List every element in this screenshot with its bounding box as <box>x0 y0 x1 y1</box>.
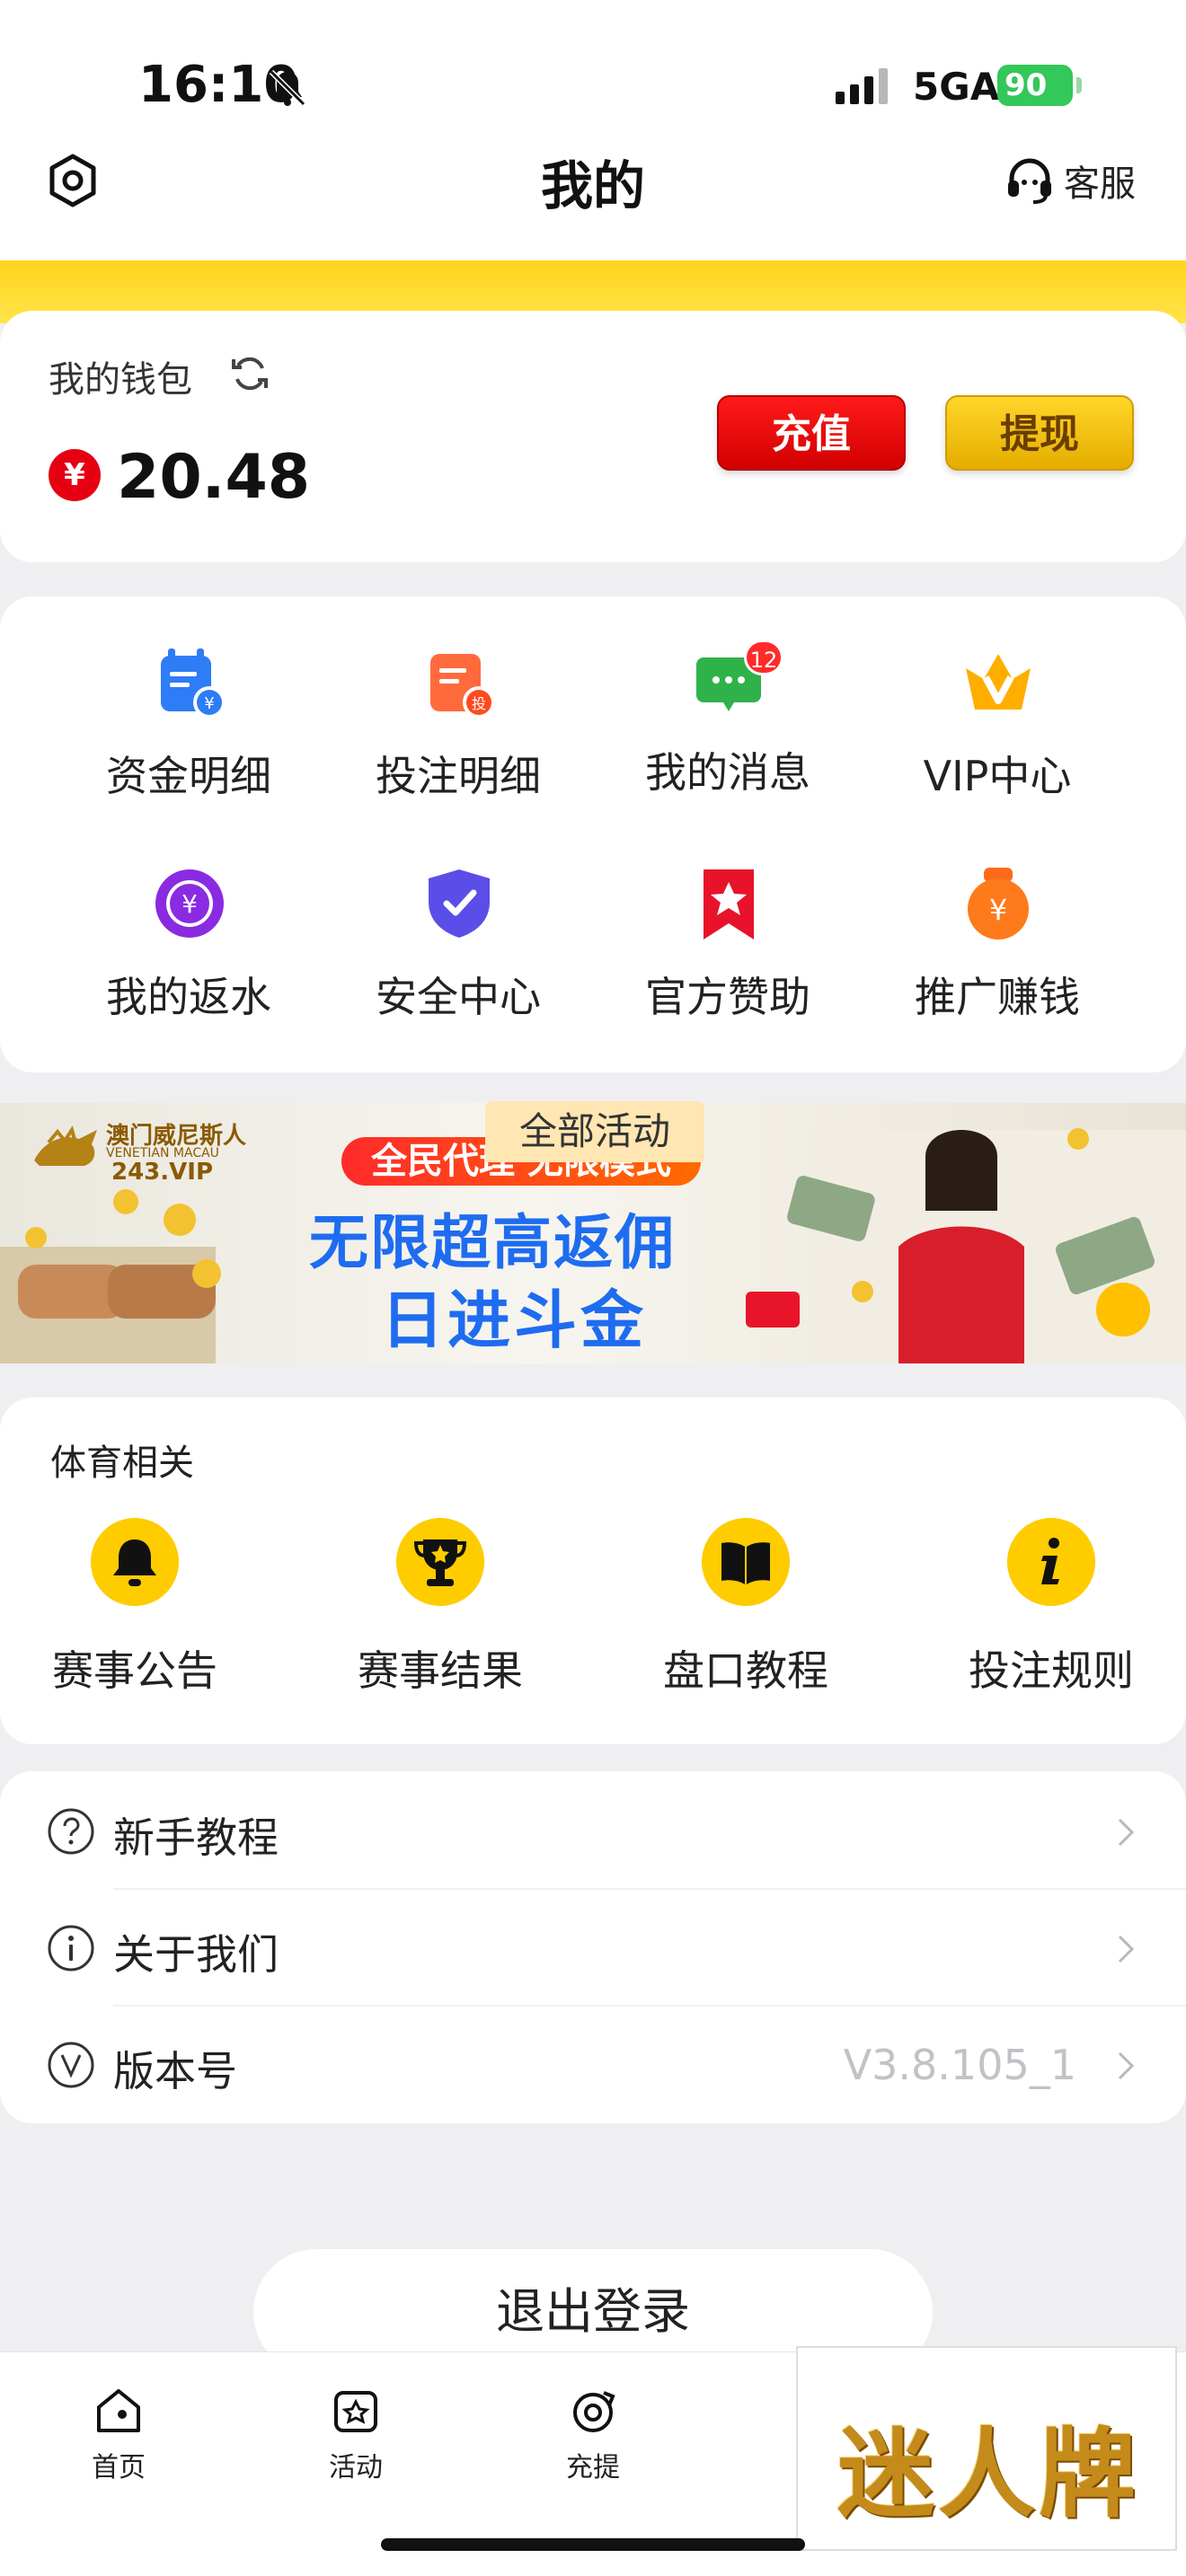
wallet-title: 我的钱包 <box>49 359 192 401</box>
withdraw-button[interactable]: 提现 <box>945 395 1134 471</box>
top-area <box>0 0 1186 260</box>
settings-list-card: 新手教程 关于我们 版本号 V3.8.105_1 <box>0 1771 1186 2123</box>
menu-item-promote[interactable]: ¥ 推广赚钱 <box>863 817 1132 1021</box>
svg-text:¥: ¥ <box>989 893 1007 927</box>
list-row-version[interactable]: 版本号 V3.8.105_1 <box>0 2007 1186 2123</box>
menu-item-label: 我的消息 <box>645 748 810 797</box>
battery-indicator: 90 <box>997 65 1073 106</box>
banner-logo-site: 243.VIP <box>111 1159 214 1186</box>
sports-item-results[interactable]: 赛事结果 <box>305 1518 575 1716</box>
banner-subheadline: 日进斗金 <box>381 1284 647 1357</box>
list-row-label: 关于我们 <box>113 1930 279 1979</box>
menu-item-label: 投注明细 <box>376 752 541 800</box>
network-type: 5GA <box>913 65 1000 109</box>
customer-service-button[interactable]: 客服 <box>1003 151 1136 210</box>
refresh-icon[interactable] <box>228 352 271 395</box>
tab-label: 充提 <box>566 2452 620 2483</box>
customer-service-label: 客服 <box>1064 163 1136 205</box>
tab-label: 首页 <box>92 2452 146 2483</box>
tab-label: 活动 <box>329 2452 383 2483</box>
svg-text:¥: ¥ <box>204 694 214 713</box>
sports-item-tutorial[interactable]: 盘口教程 <box>611 1518 881 1716</box>
shield-icon <box>429 869 490 938</box>
bell-muted-icon <box>269 69 306 107</box>
chevron-right-icon <box>1118 1818 1135 1847</box>
sports-item-label: 投注规则 <box>969 1646 1134 1695</box>
tab-home[interactable]: 首页 <box>56 2384 181 2483</box>
list-row-label: 新手教程 <box>113 1813 279 1862</box>
signal-icon <box>836 68 888 104</box>
message-count-badge: 12 <box>744 640 783 675</box>
tab-activity[interactable]: 活动 <box>293 2384 419 2483</box>
menu-item-messages[interactable]: 我的消息 <box>593 593 863 797</box>
menu-item-label: VIP中心 <box>923 752 1072 800</box>
wallet-balance: 20.48 <box>117 442 311 513</box>
svg-text:投: 投 <box>472 695 486 712</box>
venetian-lion-logo <box>34 1125 97 1166</box>
menu-item-rebate[interactable]: ¥ 我的返水 <box>54 817 323 1021</box>
menu-item-sponsor[interactable]: 官方赞助 <box>593 817 863 1021</box>
sponsor-icon <box>704 869 754 940</box>
battery-tip <box>1076 77 1082 93</box>
chevron-right-icon <box>1118 1935 1135 1963</box>
menu-item-bet-details[interactable]: 投 投注明细 <box>323 596 593 800</box>
version-value: V3.8.105_1 <box>843 2041 1076 2089</box>
settings-gear-icon[interactable] <box>43 151 102 210</box>
ad-text: 迷人牌 <box>836 2419 1139 2531</box>
svg-text:¥: ¥ <box>181 889 198 919</box>
menu-item-label: 安全中心 <box>376 973 541 1021</box>
chevron-right-icon <box>1118 2051 1135 2080</box>
sports-item-rules[interactable]: 投注规则 <box>916 1518 1186 1716</box>
info-circle-icon <box>48 1925 94 1972</box>
sports-item-announcements[interactable]: 赛事公告 <box>0 1518 270 1716</box>
sports-section-title: 体育相关 <box>50 1442 194 1484</box>
list-row-about-us[interactable]: 关于我们 <box>0 1890 1186 2007</box>
rebate-icon: ¥ <box>155 869 224 938</box>
info-icon <box>1007 1518 1095 1606</box>
menu-item-vip[interactable]: VIP中心 <box>863 596 1132 800</box>
home-icon <box>97 2389 140 2432</box>
page-title: 我的 <box>540 155 645 216</box>
promote-icon: ¥ <box>968 868 1029 940</box>
all-activities-tab[interactable]: 全部活动 <box>485 1101 704 1162</box>
home-indicator[interactable] <box>381 2538 805 2551</box>
menu-item-security[interactable]: 安全中心 <box>323 817 593 1021</box>
menu-item-label: 推广赚钱 <box>915 973 1080 1021</box>
currency-yen-icon: ¥ <box>49 449 101 501</box>
question-icon <box>48 1808 94 1855</box>
headset-icon <box>1008 158 1051 204</box>
bell-icon <box>91 1518 179 1606</box>
menu-item-label: 我的返水 <box>106 973 271 1021</box>
sports-item-label: 盘口教程 <box>663 1646 828 1695</box>
menu-item-label: 官方赞助 <box>645 973 810 1021</box>
banner-headline: 无限超高返佣 <box>309 1208 676 1277</box>
menu-item-fund-details[interactable]: ¥ 资金明细 <box>54 596 323 800</box>
list-row-beginner-tutorial[interactable]: 新手教程 <box>0 1773 1186 1890</box>
vip-icon <box>966 654 1031 710</box>
bet-details-icon: 投 <box>430 654 495 719</box>
ad-overlay[interactable]: 迷人牌 <box>796 2346 1177 2551</box>
deposit-withdraw-icon <box>573 2391 615 2432</box>
sports-item-label: 赛事公告 <box>52 1646 217 1695</box>
tab-deposit-withdraw[interactable]: 充提 <box>530 2384 656 2483</box>
trophy-icon <box>396 1518 484 1606</box>
list-row-label: 版本号 <box>113 2047 237 2095</box>
fund-details-icon: ¥ <box>161 648 226 719</box>
recharge-button[interactable]: 充值 <box>717 395 906 471</box>
menu-item-label: 资金明细 <box>106 752 271 800</box>
sports-item-label: 赛事结果 <box>358 1646 523 1695</box>
activity-icon <box>334 2391 377 2432</box>
book-icon <box>702 1518 790 1606</box>
version-icon <box>48 2042 94 2088</box>
